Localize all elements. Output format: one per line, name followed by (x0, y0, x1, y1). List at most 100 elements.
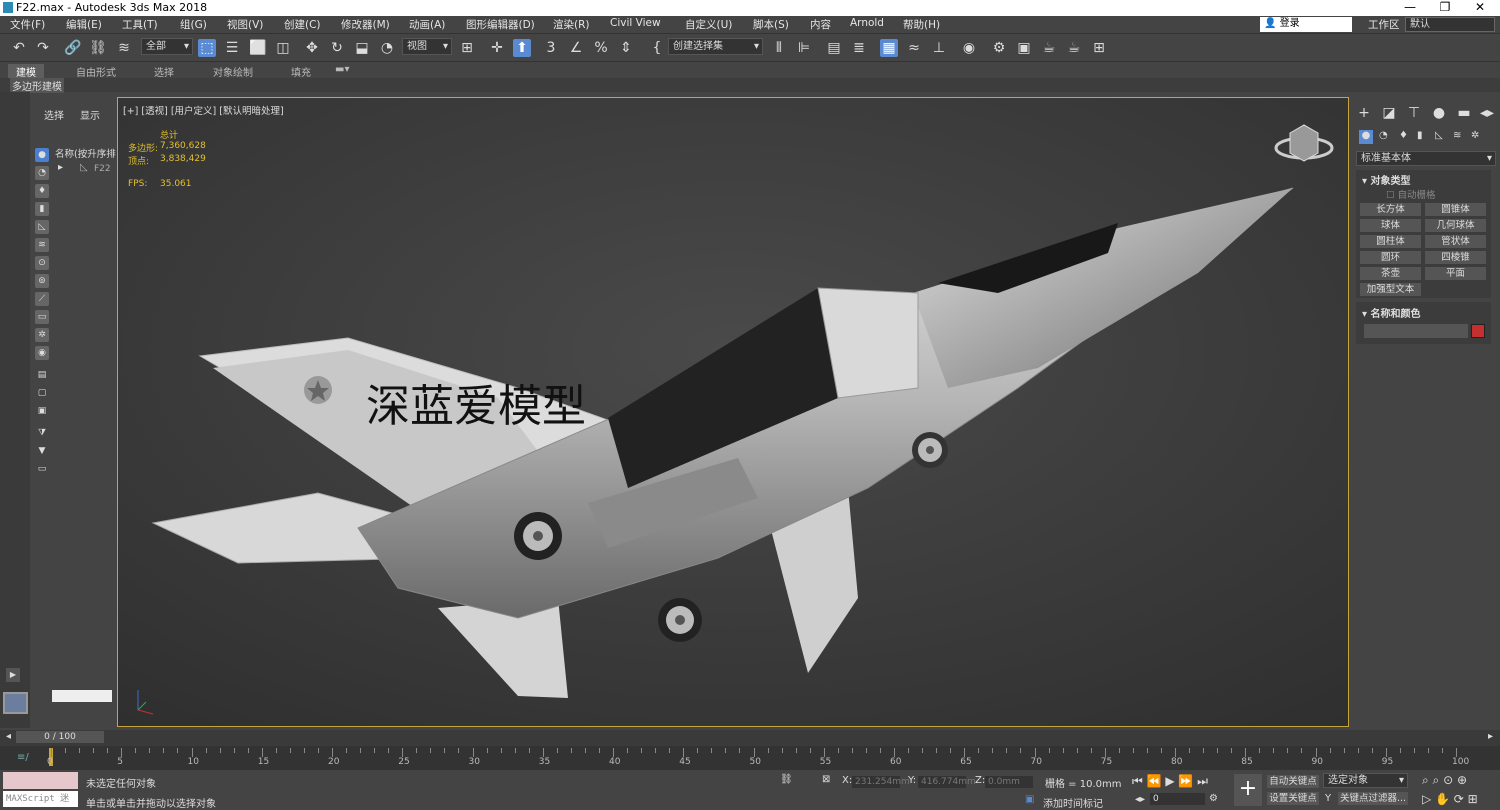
workspace-dropdown[interactable]: 默认 (1405, 17, 1495, 32)
time-slider-thumb[interactable]: 0 / 100 (16, 731, 104, 743)
menu-animation[interactable]: 动画(A) (409, 17, 445, 32)
restore-button[interactable]: ❐ (1430, 0, 1460, 16)
expand-icon[interactable]: ▸ (58, 162, 63, 173)
bind-space-warp-icon[interactable]: ≋ (115, 39, 133, 57)
viewport-layout-icon[interactable] (3, 692, 28, 714)
object-name-input[interactable] (1364, 324, 1468, 338)
modify-tab-icon[interactable]: ◪ (1380, 104, 1398, 122)
create-cameras-icon[interactable]: ▮ (35, 202, 49, 216)
display-all-icon[interactable]: ⊙ (35, 256, 49, 270)
isolate-icon[interactable]: ⛓ (780, 774, 793, 785)
menu-content[interactable]: 内容 (810, 17, 831, 32)
layer-box-icon[interactable]: ▢ (35, 386, 49, 400)
key-filters-icon[interactable]: Y (1325, 793, 1331, 804)
login-dropdown[interactable]: 👤 登录 (1260, 17, 1352, 32)
key-selection-dropdown[interactable]: 选定对象 (1323, 773, 1408, 788)
menu-group[interactable]: 组(G) (180, 17, 207, 32)
scene-scrollbar[interactable] (52, 690, 112, 702)
menu-customize[interactable]: 自定义(U) (685, 17, 732, 32)
helpers-icon[interactable]: ◺ (1435, 130, 1443, 141)
object-color-swatch[interactable] (1471, 324, 1485, 338)
textplus-button[interactable]: 加强型文本 (1360, 283, 1421, 296)
scene-tab-select[interactable]: 选择 (44, 107, 64, 122)
time-tag-icon[interactable]: ▣ (1025, 794, 1034, 805)
scene-tab-display[interactable]: 显示 (80, 107, 100, 122)
primitive-type-dropdown[interactable]: 标准基本体 (1356, 151, 1496, 166)
autogrid-checkbox[interactable]: ☐ 自动栅格 (1386, 187, 1436, 201)
z-coord-field[interactable]: 0.0mm (985, 776, 1033, 788)
create-shapes-icon[interactable]: ◔ (35, 166, 49, 180)
named-selection-icon[interactable]: { (648, 39, 666, 57)
utilities-tab-icon[interactable]: ◂▸ (1478, 104, 1496, 122)
dope-sheet-icon[interactable]: ⊥ (930, 39, 948, 57)
spacewarps-icon[interactable]: ≋ (1453, 130, 1461, 141)
close-button[interactable]: ✕ (1465, 0, 1495, 16)
time-config-icon[interactable]: ⚙ (1209, 793, 1218, 804)
selection-filter-dropdown[interactable]: 全部 (141, 38, 193, 55)
select-by-name-icon[interactable]: ☰ (223, 39, 241, 57)
time-slider-next-icon[interactable]: ▸ (1488, 731, 1493, 742)
material-editor-icon[interactable]: ◉ (960, 39, 978, 57)
tab-selection[interactable]: 选择 (154, 64, 174, 79)
funnel-icon[interactable]: ▼ (35, 444, 49, 458)
display-tab-icon[interactable]: ▬ (1455, 104, 1473, 122)
spinner-snap-icon[interactable]: ⇕ (617, 39, 635, 57)
create-geometry-icon[interactable]: ● (35, 148, 49, 162)
menu-file[interactable]: 文件(F) (10, 17, 45, 32)
track-bar[interactable]: ≡/ 0 5 10 15 20 25 30 35 40 45 50 55 60 65 70 75 80 85 90 9… (0, 746, 1500, 770)
shapes-icon[interactable]: ◔ (1379, 130, 1388, 141)
selection-lock-icon[interactable]: ⊠ (822, 774, 830, 785)
render-iterative-icon[interactable]: ☕ (1065, 39, 1083, 57)
create-helpers-icon[interactable]: ◺ (35, 220, 49, 234)
add-time-tag[interactable]: 添加时间标记 (1043, 795, 1103, 810)
menu-civil-view[interactable]: Civil View (610, 17, 661, 29)
display-hidden-icon[interactable]: ◉ (35, 346, 49, 360)
object-type-header[interactable]: ▾ 对象类型 (1362, 172, 1411, 187)
display-containers-icon[interactable]: ▭ (35, 310, 49, 324)
menu-edit[interactable]: 编辑(E) (66, 17, 102, 32)
playback-controls-icon[interactable]: ⏮ ⏪ ▶ ⏩ ⏭ (1132, 774, 1208, 789)
tab-modeling[interactable]: 建模 (8, 64, 44, 79)
maxscript-listener[interactable] (3, 772, 78, 789)
menu-tools[interactable]: 工具(T) (122, 17, 158, 32)
box-button[interactable]: 长方体 (1360, 203, 1421, 216)
key-filters-button[interactable]: 关键点过滤器... (1338, 792, 1408, 805)
plane-button[interactable]: 平面 (1425, 267, 1486, 280)
pivot-center-icon[interactable]: ⊞ (458, 39, 476, 57)
set-key-button[interactable]: 设置关键点 (1267, 792, 1319, 805)
layer-explorer-icon[interactable]: ≣ (850, 39, 868, 57)
percent-snap-icon[interactable]: % (592, 39, 610, 57)
auto-key-button[interactable]: 自动关键点 (1267, 775, 1319, 788)
select-object-icon[interactable]: ⬚ (198, 39, 216, 57)
curve-editor-icon[interactable]: ≈ (905, 39, 923, 57)
folder-icon[interactable]: ▭ (35, 462, 49, 476)
name-color-header[interactable]: ▾ 名称和颜色 (1362, 305, 1421, 320)
cone-button[interactable]: 圆锥体 (1425, 203, 1486, 216)
ribbon-options-icon[interactable]: ▬▾ (335, 64, 349, 75)
x-coord-field[interactable]: 231.254mm (852, 776, 910, 788)
viewport-label[interactable]: [+] [透视] [用户定义] [默认明暗处理] (123, 103, 284, 117)
scene-item-f22[interactable]: F22 (94, 164, 111, 174)
tab-object-paint[interactable]: 对象绘制 (213, 64, 253, 79)
cameras-icon[interactable]: ▮ (1417, 130, 1423, 141)
render-setup-icon[interactable]: ⚙ (990, 39, 1008, 57)
perspective-viewport[interactable]: [+] [透视] [用户定义] [默认明暗处理] 总计 多边形: 7,360,6… (117, 97, 1349, 727)
menu-modifiers[interactable]: 修改器(M) (341, 17, 390, 32)
create-spacewarps-icon[interactable]: ≋ (35, 238, 49, 252)
menu-arnold[interactable]: Arnold (850, 17, 884, 29)
ref-coord-dropdown[interactable]: 视图 (402, 38, 452, 55)
tab-freeform[interactable]: 自由形式 (76, 64, 116, 79)
placement-icon[interactable]: ◔ (378, 39, 396, 57)
display-bones-icon[interactable]: ⟋ (35, 292, 49, 306)
hierarchy-tab-icon[interactable]: ⊤ (1405, 104, 1423, 122)
select-manipulate-icon[interactable]: ✛ (488, 39, 506, 57)
frame-spinner-icon[interactable]: ◂▸ (1135, 794, 1145, 805)
torus-button[interactable]: 圆环 (1360, 251, 1421, 264)
polygon-modeling-label[interactable]: 多边形建模 (10, 78, 64, 93)
angle-snap-icon[interactable]: ∠ (567, 39, 585, 57)
viewport-nav-icons-2[interactable]: ▷ ✋ ⟳ ⊞ (1422, 792, 1478, 806)
redo-icon[interactable]: ↷ (34, 39, 52, 57)
layer-list-icon[interactable]: ▤ (35, 368, 49, 382)
filter-icon[interactable]: ⧩ (35, 426, 49, 440)
y-coord-field[interactable]: 416.774mm (918, 776, 976, 788)
